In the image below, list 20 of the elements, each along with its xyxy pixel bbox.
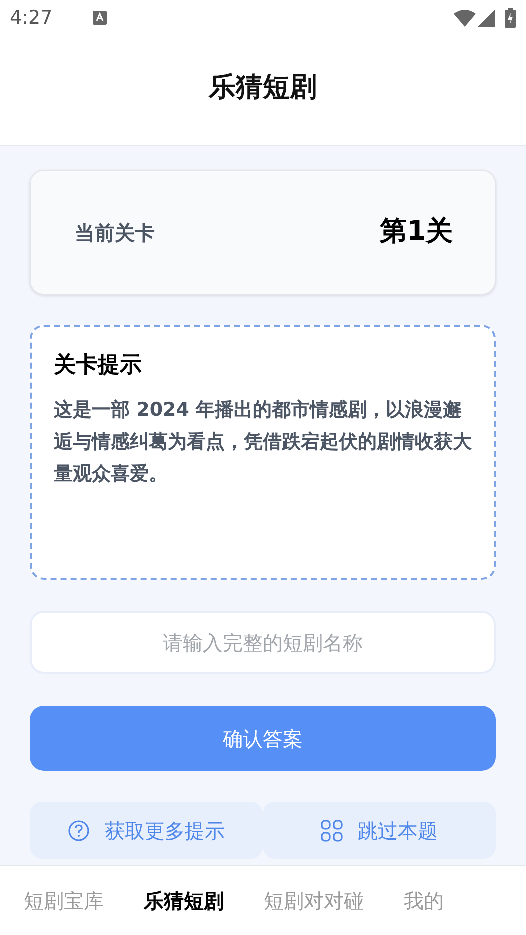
help-icon xyxy=(68,820,90,842)
nav-tab[interactable]: 短剧宝库 xyxy=(24,886,104,916)
page-title: 乐猜短剧 xyxy=(209,71,317,106)
more-hints-button[interactable]: 获取更多提示 xyxy=(30,802,263,859)
wifi-icon xyxy=(454,10,476,26)
signal-icon xyxy=(478,10,495,26)
nav-tab[interactable]: 短剧对对碰 xyxy=(264,886,364,916)
confirm-button[interactable]: 确认答案 xyxy=(30,706,496,771)
keyboard-icon xyxy=(92,11,107,25)
hint-text: 这是一部 2024 年播出的都市情感剧，以浪漫邂逅与情感纠葛为看点，凭借跌宕起伏的剧情收获大量观众喜爱。 xyxy=(54,398,472,487)
nav-tab[interactable]: 乐猜短剧 xyxy=(144,886,224,916)
hint-title: 关卡提示 xyxy=(54,352,143,380)
answer-field[interactable]: 请输入完整的短剧名称 xyxy=(30,611,496,674)
skip-button[interactable]: 跳过本题 xyxy=(263,802,496,859)
nav-tab[interactable]: 我的 xyxy=(404,886,444,916)
level-value: 第1关 xyxy=(380,215,453,250)
battery-icon xyxy=(505,8,516,28)
level-label: 当前关卡 xyxy=(75,220,155,246)
grid-icon xyxy=(321,820,343,842)
status-time: 4:27 xyxy=(10,6,53,31)
